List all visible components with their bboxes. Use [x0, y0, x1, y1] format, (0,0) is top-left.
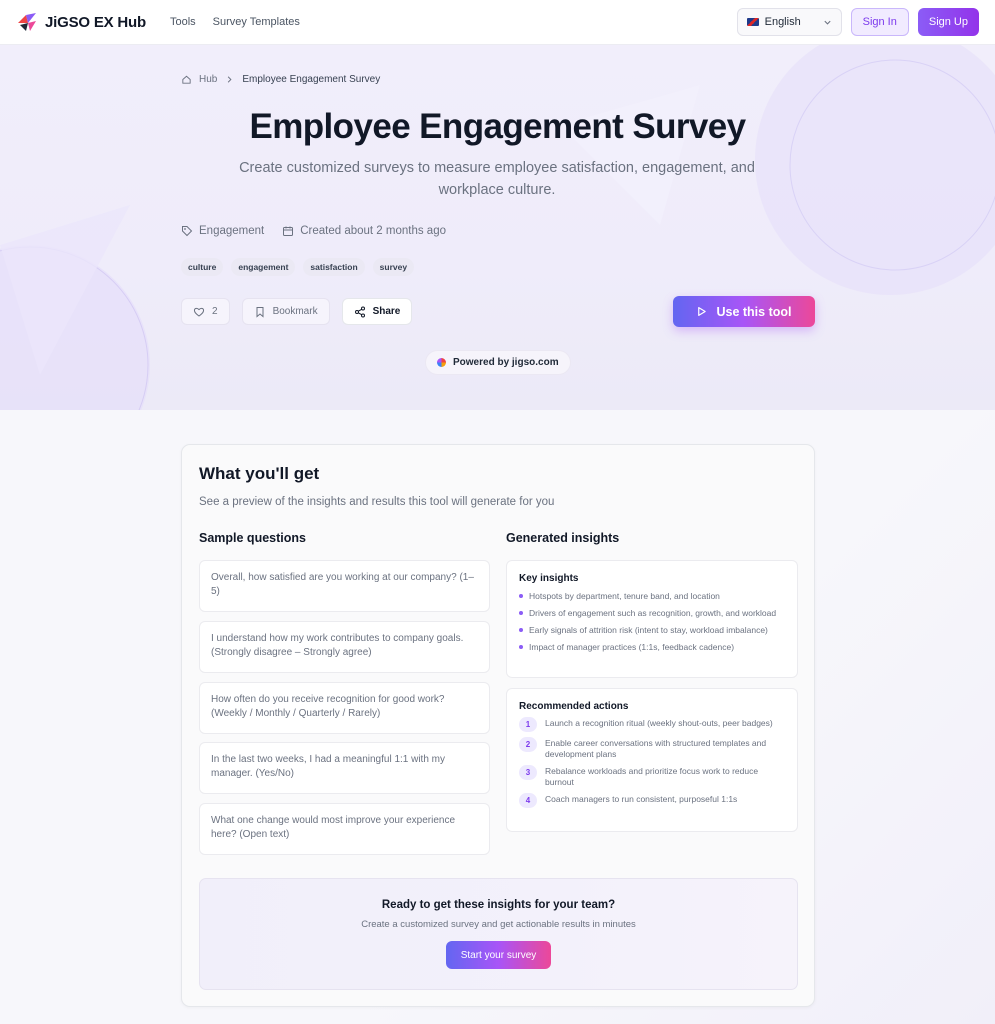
created-label: Created about 2 months ago	[300, 225, 446, 237]
step-text: Enable career conversations with structu…	[545, 738, 767, 759]
recommended-actions-list: 1 Launch a recognition ritual (weekly sh…	[519, 717, 785, 808]
header-actions: English Sign In Sign Up	[736, 8, 979, 36]
bookmark-label: Bookmark	[272, 306, 318, 317]
key-insights-list: Hotspots by department, tenure band, and…	[519, 590, 785, 653]
top-bar: JiGSO EX Hub Tools Survey Templates Engl…	[0, 0, 995, 45]
sample-question: Overall, how satisfied are you working a…	[199, 560, 490, 612]
step-number-badge: 3	[519, 765, 537, 780]
step-number-badge: 4	[519, 793, 537, 808]
brand-name: JiGSO EX Hub	[45, 13, 146, 31]
tool-actions: 2 Bookmark Share	[181, 298, 413, 325]
jigso-logo-icon	[437, 358, 446, 367]
calendar-icon	[283, 226, 294, 236]
chevron-down-icon	[824, 20, 831, 25]
sample-questions-title: Sample questions	[199, 531, 306, 545]
breadcrumb-current: Employee Engagement Survey	[242, 74, 381, 85]
use-tool-button[interactable]: Use this tool	[673, 296, 815, 327]
list-item: Hotspots by department, tenure band, and…	[519, 590, 785, 602]
list-item: 3 Rebalance workloads and prioritize foc…	[519, 765, 785, 788]
language-select[interactable]: English	[736, 8, 842, 36]
uk-flag-icon	[746, 18, 759, 26]
step-number-badge: 1	[519, 717, 537, 732]
list-item: Drivers of engagement such as recognitio…	[519, 607, 785, 619]
chevron-right-icon	[228, 76, 232, 83]
breadcrumb: Hub Employee Engagement Survey	[181, 74, 380, 85]
share-icon	[354, 306, 365, 317]
logo-icon	[18, 13, 36, 31]
tag-satisfaction[interactable]: satisfaction	[303, 258, 365, 276]
sample-question: In the last two weeks, I had a meaningfu…	[199, 742, 490, 794]
sample-question: How often do you receive recognition for…	[199, 682, 490, 734]
step-text: Coach managers to run consistent, purpos…	[545, 794, 738, 804]
nav-survey-templates[interactable]: Survey Templates	[213, 16, 300, 28]
preview-card: What you'll get See a preview of the ins…	[181, 444, 815, 1007]
step-text: Rebalance workloads and prioritize focus…	[545, 766, 759, 787]
sign-up-button[interactable]: Sign Up	[917, 8, 979, 36]
list-item: Impact of manager practices (1:1s, feedb…	[519, 641, 785, 653]
heart-icon	[193, 307, 205, 317]
category: Engagement	[181, 225, 264, 237]
generated-insights-title: Generated insights	[506, 531, 620, 545]
tag-survey[interactable]: survey	[372, 258, 415, 276]
tag-icon	[182, 226, 193, 237]
like-count: 2	[212, 306, 218, 317]
page-subtitle: Create customized surveys to measure emp…	[239, 160, 755, 198]
list-item: 4 Coach managers to run consistent, purp…	[519, 793, 785, 808]
nav-tools[interactable]: Tools	[170, 16, 196, 28]
page-title: Employee Engagement Survey	[249, 107, 747, 146]
powered-label: Powered by jigso.com	[453, 357, 559, 368]
preview-intro: See a preview of the insights and result…	[199, 496, 555, 508]
home-icon	[182, 75, 191, 84]
sample-question: What one change would most improve your …	[199, 803, 490, 855]
list-item: Early signals of attrition risk (intent …	[519, 624, 785, 636]
recommended-actions-title: Recommended actions	[519, 701, 629, 712]
tag-list: culture engagement satisfaction survey	[181, 258, 415, 276]
breadcrumb-hub[interactable]: Hub	[199, 74, 217, 85]
list-item: 1 Launch a recognition ritual (weekly sh…	[519, 717, 785, 732]
key-insights-panel: Key insights Hotspots by department, ten…	[506, 560, 798, 678]
bookmark-icon	[256, 306, 264, 318]
tool-meta: Engagement Created about 2 months ago	[181, 225, 446, 237]
recommended-actions-panel: Recommended actions 1 Launch a recogniti…	[506, 688, 798, 832]
tag-engagement[interactable]: engagement	[231, 258, 296, 276]
sign-in-button[interactable]: Sign In	[850, 8, 909, 36]
step-number-badge: 2	[519, 737, 537, 752]
cta-panel: Ready to get these insights for your tea…	[199, 878, 798, 990]
brand[interactable]: JiGSO EX Hub	[16, 11, 146, 33]
created-date: Created about 2 months ago	[282, 225, 446, 237]
share-label: Share	[372, 306, 401, 317]
category-label: Engagement	[199, 225, 265, 237]
step-text: Launch a recognition ritual (weekly shou…	[545, 718, 773, 728]
powered-by-badge[interactable]: Powered by jigso.com	[425, 350, 571, 375]
play-icon	[698, 307, 707, 316]
hero-section: Hub Employee Engagement Survey Employee …	[0, 45, 995, 410]
cta-text: Create a customized survey and get actio…	[361, 919, 636, 930]
sample-question: I understand how my work contributes to …	[199, 621, 490, 673]
preview-title: What you'll get	[199, 464, 320, 483]
use-tool-label: Use this tool	[716, 304, 792, 319]
bookmark-button[interactable]: Bookmark	[241, 298, 330, 325]
tag-culture[interactable]: culture	[181, 258, 224, 276]
language-label: English	[764, 16, 801, 28]
like-button[interactable]: 2	[181, 298, 230, 325]
share-button[interactable]: Share	[341, 298, 413, 325]
main-nav: Tools Survey Templates	[170, 16, 300, 28]
cta-title: Ready to get these insights for your tea…	[381, 899, 616, 911]
start-survey-button[interactable]: Start your survey	[446, 941, 551, 969]
list-item: 2 Enable career conversations with struc…	[519, 737, 785, 760]
key-insights-title: Key insights	[519, 573, 579, 584]
